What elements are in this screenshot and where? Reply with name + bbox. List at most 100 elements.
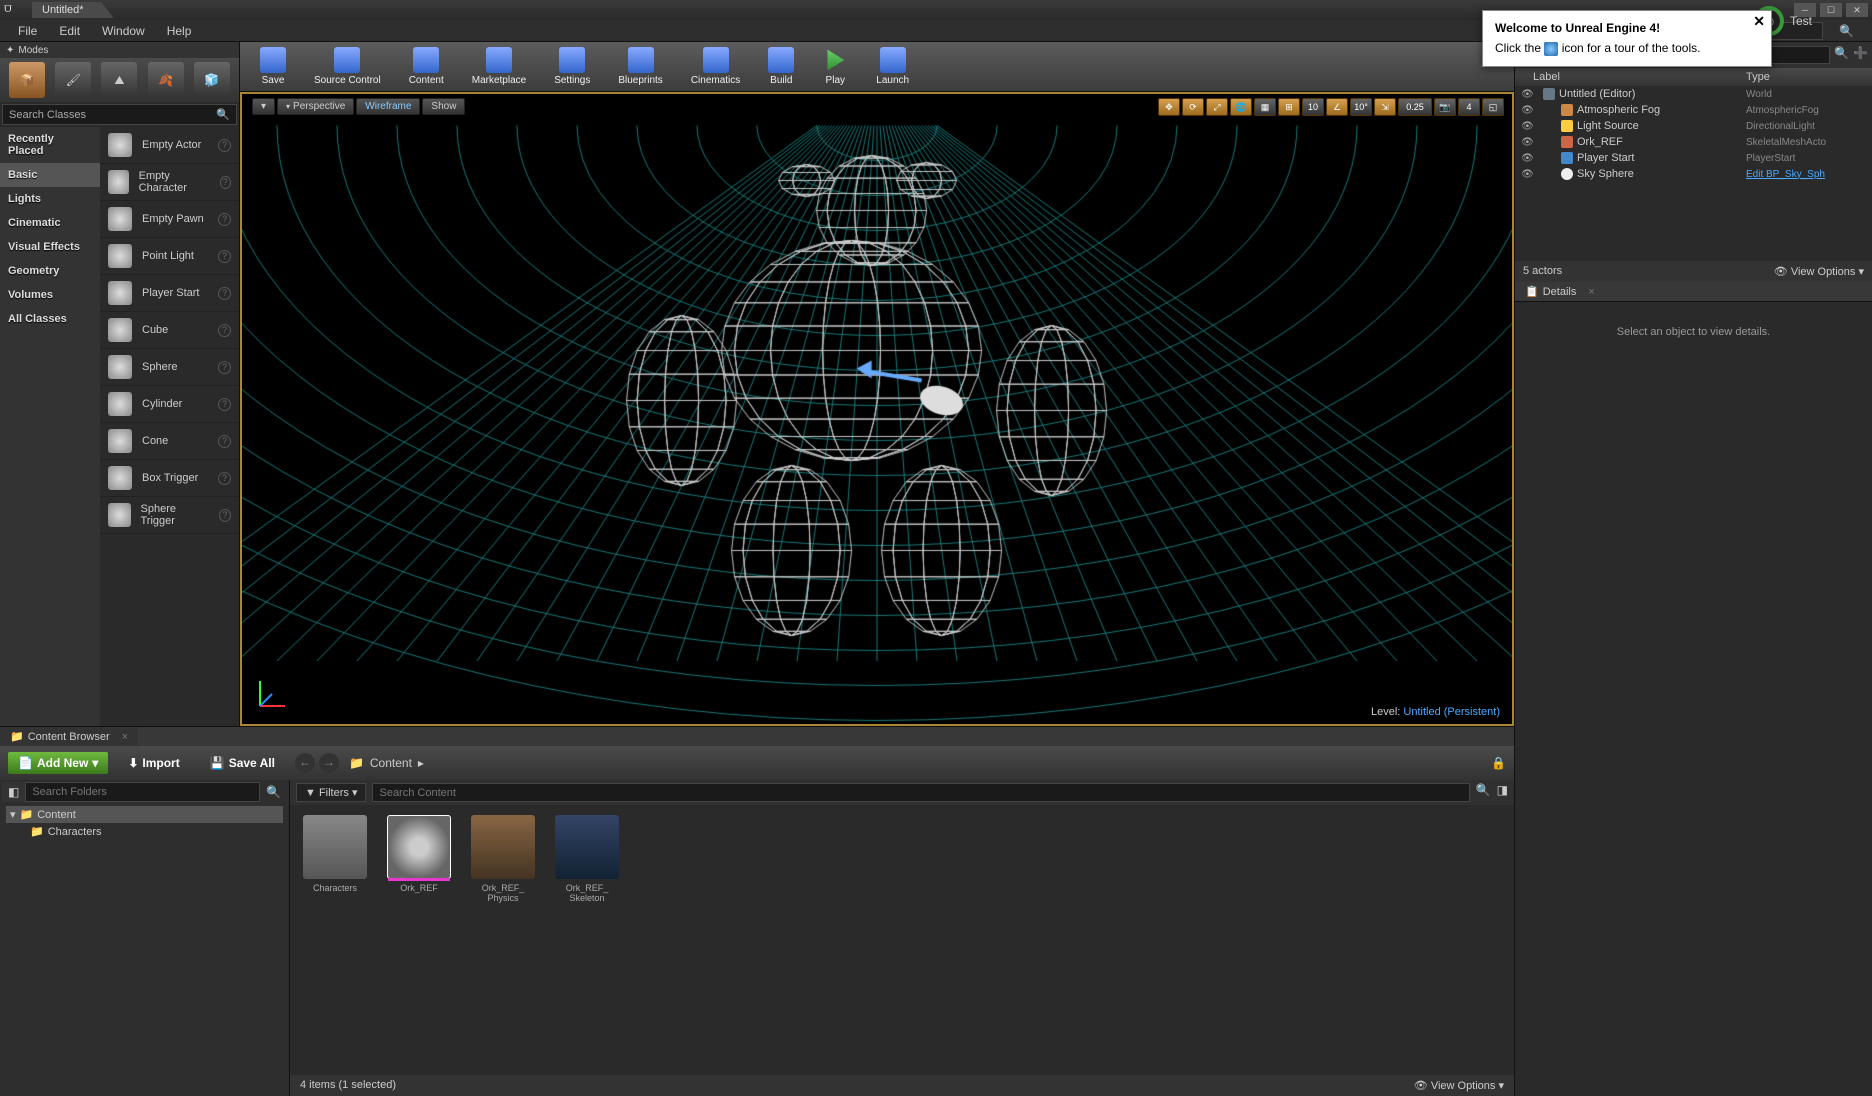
filters-button[interactable]: ▼ Filters ▾ [296, 783, 366, 802]
asset-ork_ref_skeleton[interactable]: Ork_​REF_​Skeleton [552, 815, 622, 903]
cb-view-options[interactable]: 👁 View Options ▾ [1414, 1079, 1504, 1092]
outliner-col-label[interactable]: Label [1521, 71, 1746, 83]
geometry-mode-icon[interactable]: 🧊 [194, 62, 230, 98]
modes-item-cube[interactable]: Cube? [100, 312, 239, 349]
modes-cat-volumes[interactable]: Volumes [0, 283, 100, 307]
modes-cat-lights[interactable]: Lights [0, 187, 100, 211]
outliner-row[interactable]: 👁Ork_REFSkeletalMeshActo [1515, 134, 1872, 150]
tab-close-icon[interactable]: × [1588, 286, 1594, 298]
modes-item-empty-character[interactable]: Empty Character? [100, 164, 239, 201]
tree-root-content[interactable]: ▾ 📁 Content [6, 806, 283, 823]
visibility-icon[interactable]: 👁 [1521, 137, 1535, 148]
search-folders-input[interactable] [25, 782, 260, 802]
toolbar-marketplace[interactable]: Marketplace [458, 43, 540, 91]
surface-snap-button[interactable]: ▦ [1254, 98, 1276, 116]
close-button[interactable]: ✕ [1846, 3, 1868, 17]
help-icon[interactable]: ? [219, 509, 231, 522]
toolbar-play[interactable]: Play [808, 43, 862, 91]
toolbar-save[interactable]: Save [246, 43, 300, 91]
scale-snap-value[interactable]: 0.25 [1398, 98, 1432, 116]
grid-snap-button[interactable]: ⊞ [1278, 98, 1300, 116]
maximize-button[interactable]: ☐ [1820, 3, 1842, 17]
outliner-row[interactable]: 👁Player StartPlayerStart [1515, 150, 1872, 166]
show-button[interactable]: Show [422, 98, 465, 115]
modes-item-sphere-trigger[interactable]: Sphere Trigger? [100, 497, 239, 534]
foliage-mode-icon[interactable]: 🍂 [148, 62, 184, 98]
save-all-button[interactable]: 💾 Save All [200, 752, 285, 774]
modes-cat-recently-placed[interactable]: Recently Placed [0, 127, 100, 163]
sources-toggle-icon[interactable]: ◧ [2, 782, 25, 802]
search-icon[interactable]: 🔍 [1829, 21, 1864, 41]
lock-icon[interactable]: 🔒 [1491, 756, 1506, 770]
wireframe-button[interactable]: Wireframe [356, 98, 420, 115]
nav-forward-button[interactable]: → [319, 753, 339, 773]
modes-cat-geometry[interactable]: Geometry [0, 259, 100, 283]
angle-snap-value[interactable]: 10° [1350, 98, 1372, 116]
help-icon[interactable]: ? [218, 398, 231, 411]
modes-item-box-trigger[interactable]: Box Trigger? [100, 460, 239, 497]
search-content-input[interactable] [372, 783, 1469, 802]
asset-ork_ref_physics[interactable]: Ork_​REF_​Physics [468, 815, 538, 903]
toolbar-blueprints[interactable]: Blueprints [604, 43, 676, 91]
outliner-col-type[interactable]: Type [1746, 71, 1866, 83]
transform-rotate-button[interactable]: ⟳ [1182, 98, 1204, 116]
search-icon[interactable]: 🔍 [260, 782, 287, 802]
menu-window[interactable]: Window [92, 21, 155, 41]
visibility-icon[interactable]: 👁 [1521, 105, 1535, 116]
outliner-row[interactable]: 👁Atmospheric FogAtmosphericFog [1515, 102, 1872, 118]
perspective-button[interactable]: Perspective [277, 98, 354, 115]
transform-move-button[interactable]: ✥ [1158, 98, 1180, 116]
angle-snap-button[interactable]: ∠ [1326, 98, 1348, 116]
modes-cat-cinematic[interactable]: Cinematic [0, 211, 100, 235]
content-browser-tab[interactable]: 📁 Content Browser × [0, 727, 138, 746]
coord-space-button[interactable]: 🌐 [1230, 98, 1252, 116]
details-tab[interactable]: 📋 Details × [1515, 282, 1872, 302]
collapse-icon[interactable]: ◨ [1497, 783, 1508, 802]
transform-scale-button[interactable]: ⤢ [1206, 98, 1228, 116]
tab-close-icon[interactable]: × [122, 731, 128, 743]
modes-item-empty-pawn[interactable]: Empty Pawn? [100, 201, 239, 238]
help-icon[interactable]: ? [220, 176, 231, 189]
add-new-button[interactable]: 📄 Add New ▾ [8, 752, 108, 774]
modes-cat-visual-effects[interactable]: Visual Effects [0, 235, 100, 259]
help-icon[interactable]: ? [218, 435, 231, 448]
help-icon[interactable]: ? [218, 472, 231, 485]
asset-characters[interactable]: Characters [300, 815, 370, 893]
modes-item-cylinder[interactable]: Cylinder? [100, 386, 239, 423]
toolbar-launch[interactable]: Launch [862, 43, 923, 91]
help-icon[interactable]: ? [218, 324, 231, 337]
viewport[interactable]: ▾ Perspective Wireframe Show ✥ ⟳ ⤢ 🌐 ▦ ⊞… [240, 92, 1514, 726]
visibility-icon[interactable]: 👁 [1521, 169, 1535, 180]
help-icon[interactable]: ? [218, 361, 231, 374]
grid-snap-value[interactable]: 10 [1302, 98, 1324, 116]
toolbar-settings[interactable]: Settings [540, 43, 604, 91]
modes-item-empty-actor[interactable]: Empty Actor? [100, 127, 239, 164]
viewport-options-button[interactable]: ▾ [252, 98, 275, 115]
import-button[interactable]: ⬇ Import [118, 752, 189, 774]
landscape-mode-icon[interactable]: ⛰ [101, 62, 137, 98]
search-icon[interactable]: 🔍 [1476, 783, 1491, 802]
modes-cat-basic[interactable]: Basic [0, 163, 100, 187]
add-filter-icon[interactable]: ➕ [1853, 46, 1868, 64]
modes-item-cone[interactable]: Cone? [100, 423, 239, 460]
nav-back-button[interactable]: ← [295, 753, 315, 773]
visibility-icon[interactable]: 👁 [1521, 121, 1535, 132]
menu-edit[interactable]: Edit [49, 21, 90, 41]
scale-snap-button[interactable]: ⇲ [1374, 98, 1396, 116]
paint-mode-icon[interactable]: 🖌 [55, 62, 91, 98]
modes-item-player-start[interactable]: Player Start? [100, 275, 239, 312]
help-icon[interactable]: ? [218, 139, 231, 152]
outliner-row[interactable]: 👁Untitled (Editor)World [1515, 86, 1872, 102]
help-icon[interactable]: ? [218, 287, 231, 300]
camera-speed-button[interactable]: 📷 [1434, 98, 1456, 116]
camera-speed-value[interactable]: 4 [1458, 98, 1480, 116]
breadcrumb[interactable]: 📁 Content ▸ [349, 756, 424, 770]
visibility-icon[interactable]: 👁 [1521, 89, 1535, 100]
modes-item-point-light[interactable]: Point Light? [100, 238, 239, 275]
place-mode-icon[interactable]: 📦 [9, 62, 45, 98]
help-icon[interactable]: ? [218, 213, 231, 226]
modes-cat-all-classes[interactable]: All Classes [0, 307, 100, 331]
toolbar-cinematics[interactable]: Cinematics [677, 43, 754, 91]
document-tab[interactable]: Untitled* [32, 2, 114, 18]
popup-close-button[interactable]: ✕ [1753, 13, 1765, 30]
